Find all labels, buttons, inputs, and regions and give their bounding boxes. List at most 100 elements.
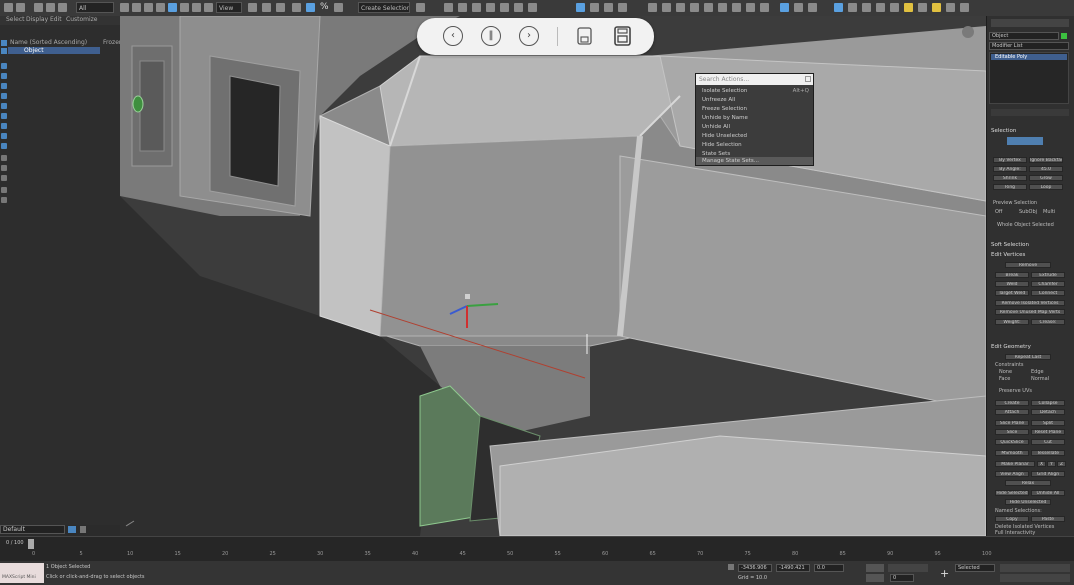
- move-icon[interactable]: [168, 3, 177, 12]
- menu-select[interactable]: Select: [6, 16, 25, 23]
- display-geometry-icon[interactable]: [1, 63, 7, 69]
- bind-spacewarp-icon[interactable]: [58, 3, 67, 12]
- layer-dropdown[interactable]: Default: [0, 525, 65, 534]
- keyboard-shortcut-icon[interactable]: [276, 3, 285, 12]
- quad-item-freeze-selection[interactable]: Freeze Selection: [696, 105, 813, 114]
- lock-selection-icon[interactable]: [728, 564, 734, 570]
- toggle-layer-explorer-icon[interactable]: [472, 3, 481, 12]
- quad-item-unfreeze-all[interactable]: Unfreeze All: [696, 96, 813, 105]
- weight-field[interactable]: Weight:: [995, 319, 1029, 325]
- select-and-move-icon[interactable]: [834, 3, 843, 12]
- menu-customize[interactable]: Customize: [66, 16, 98, 23]
- object-name-field[interactable]: Object: [989, 32, 1059, 40]
- render-iterative-icon[interactable]: [690, 3, 699, 12]
- weld-button[interactable]: Weld: [995, 281, 1029, 287]
- make-planar-button[interactable]: Make Planar: [995, 461, 1035, 467]
- schematic-view-icon[interactable]: [514, 3, 523, 12]
- chamfer-button[interactable]: Chamfer: [1031, 281, 1065, 287]
- toggle-scene-explorer-icon[interactable]: [458, 3, 467, 12]
- scale-icon[interactable]: [192, 3, 201, 12]
- soft-selection-rollout-header[interactable]: Soft Selection: [991, 242, 1029, 248]
- explorer-filter-icon[interactable]: [1, 40, 7, 46]
- bridge-icon[interactable]: [946, 3, 955, 12]
- viewport-navigation-controls[interactable]: [1000, 564, 1070, 572]
- slice-button[interactable]: Slice: [995, 429, 1029, 435]
- menu-display[interactable]: Display: [26, 16, 48, 23]
- unhide-all-button[interactable]: Unhide All: [1031, 490, 1065, 496]
- set-key-button[interactable]: [866, 574, 884, 582]
- xy-plane-icon[interactable]: [618, 3, 627, 12]
- swift-loop-icon[interactable]: [780, 3, 789, 12]
- z-coordinate-field[interactable]: 0.0: [814, 564, 844, 572]
- select-manipulate-icon[interactable]: [262, 3, 271, 12]
- selection-filter-dropdown[interactable]: All: [76, 2, 114, 13]
- display-none-icon[interactable]: [1, 165, 7, 171]
- attach-button[interactable]: Attach: [995, 409, 1029, 415]
- brush-icon[interactable]: [918, 3, 927, 12]
- material-editor-icon[interactable]: [528, 3, 537, 12]
- edit-vertices-rollout-header[interactable]: Edit Vertices: [991, 252, 1025, 258]
- quad-item-unhide-all[interactable]: Unhide All: [696, 123, 813, 132]
- x-axis-icon[interactable]: [576, 3, 585, 12]
- tag-icon[interactable]: [932, 3, 941, 12]
- named-selection-sets[interactable]: Create Selection Se: [358, 2, 410, 13]
- collapse-button[interactable]: Collapse: [1031, 400, 1065, 406]
- light-icon[interactable]: [904, 3, 913, 12]
- shrink-button[interactable]: Shrink: [993, 175, 1027, 181]
- place-icon[interactable]: [204, 3, 213, 12]
- relax-button[interactable]: Relax: [1005, 480, 1051, 486]
- z-axis-icon[interactable]: [604, 3, 613, 12]
- subobject-level-icons[interactable]: [1007, 137, 1043, 145]
- display-spacewarps-icon[interactable]: [1, 113, 7, 119]
- rendered-frame-window-icon[interactable]: [662, 3, 671, 12]
- select-object-icon[interactable]: [120, 3, 129, 12]
- unlink-icon[interactable]: [46, 3, 55, 12]
- loop-button[interactable]: Loop: [1029, 184, 1063, 190]
- preserve-uvs-checkbox[interactable]: Preserve UVs: [999, 388, 1032, 394]
- display-lights-icon[interactable]: [1, 83, 7, 89]
- copy-button[interactable]: Copy: [995, 516, 1029, 522]
- civil-view-icon[interactable]: [760, 3, 769, 12]
- target-weld-button[interactable]: Target Weld: [995, 290, 1029, 296]
- constraint-edge-radio[interactable]: Edge: [1031, 369, 1044, 375]
- playback-controls[interactable]: [888, 564, 928, 572]
- paste-button[interactable]: Paste: [1031, 516, 1065, 522]
- break-button[interactable]: Break: [995, 272, 1029, 278]
- edit-geometry-rollout-header[interactable]: Edit Geometry: [991, 344, 1031, 350]
- redo-icon[interactable]: [16, 3, 25, 12]
- angle-value-field[interactable]: 45.0: [1029, 166, 1063, 172]
- render-production-icon[interactable]: [676, 3, 685, 12]
- key-filter-dropdown[interactable]: Selected: [955, 564, 995, 572]
- current-frame-field[interactable]: 0: [890, 574, 914, 582]
- time-slider-handle[interactable]: [28, 539, 34, 549]
- quad-menu-search[interactable]: Search Actions...: [696, 74, 813, 85]
- crease-field[interactable]: Crease:: [1031, 319, 1065, 325]
- display-xrefs-icon[interactable]: [1, 133, 7, 139]
- menu-edit[interactable]: Edit: [50, 16, 62, 23]
- percent-snap-icon[interactable]: %: [320, 3, 329, 12]
- curve-editor-icon[interactable]: [500, 3, 509, 12]
- save-icon[interactable]: [577, 27, 592, 45]
- split-checkbox[interactable]: Split: [1031, 420, 1065, 426]
- y-axis-icon[interactable]: [590, 3, 599, 12]
- by-angle-button[interactable]: By Angle:: [993, 166, 1027, 172]
- select-by-name-icon[interactable]: [132, 3, 141, 12]
- quad-item-hide-unselected[interactable]: Hide Unselected: [696, 132, 813, 141]
- grid-icon[interactable]: [848, 3, 857, 12]
- constraints-icon[interactable]: [808, 3, 817, 12]
- connect-button[interactable]: Connect: [1031, 290, 1065, 296]
- command-panel-tabs[interactable]: [991, 19, 1069, 27]
- undo-icon[interactable]: [4, 3, 13, 12]
- display-helpers-icon[interactable]: [1, 103, 7, 109]
- preview-subobj-radio[interactable]: SubObj: [1019, 209, 1037, 215]
- selection-rollout-header[interactable]: Selection: [991, 128, 1016, 134]
- modifier-list-dropdown[interactable]: Modifier List: [989, 42, 1069, 50]
- preview-off-radio[interactable]: Off: [995, 209, 1002, 215]
- snaps-toggle-icon[interactable]: [292, 3, 301, 12]
- pivot-center-icon[interactable]: [248, 3, 257, 12]
- display-all-icon[interactable]: [1, 155, 7, 161]
- a360-gallery-icon[interactable]: [718, 3, 727, 12]
- pause-button[interactable]: ‖: [481, 26, 501, 46]
- hide-unselected-button[interactable]: Hide Unselected: [1005, 499, 1051, 505]
- planar-y-button[interactable]: Y: [1047, 461, 1056, 467]
